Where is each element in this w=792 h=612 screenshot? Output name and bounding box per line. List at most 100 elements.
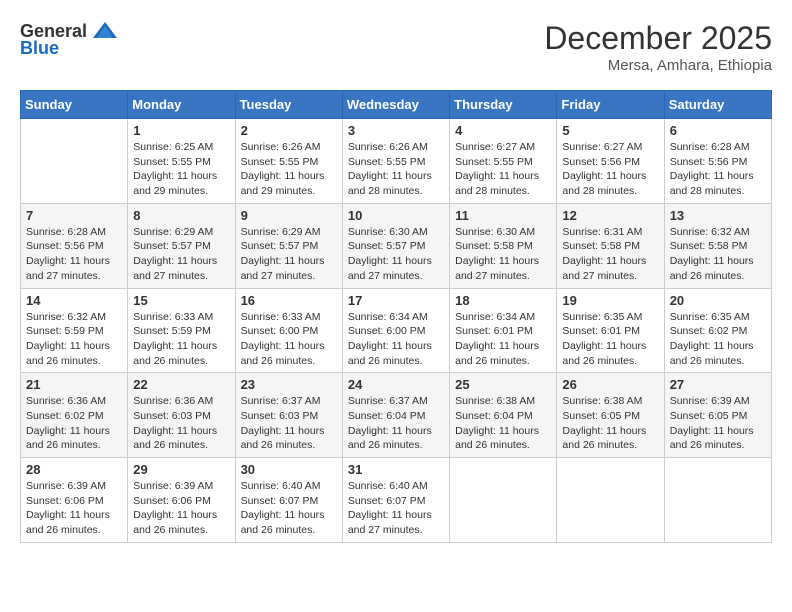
calendar-cell: 24 Sunrise: 6:37 AMSunset: 6:04 PMDayligh… [342, 373, 449, 458]
day-number: 13 [670, 208, 766, 223]
title-block: December 2025 Mersa, Amhara, Ethiopia [544, 20, 772, 74]
day-info: Sunrise: 6:29 AMSunset: 5:57 PMDaylight:… [241, 225, 337, 284]
day-info: Sunrise: 6:32 AMSunset: 5:59 PMDaylight:… [26, 310, 122, 369]
calendar-table: SundayMondayTuesdayWednesdayThursdayFrid… [20, 90, 772, 543]
day-info: Sunrise: 6:25 AMSunset: 5:55 PMDaylight:… [133, 140, 229, 199]
weekday-header-sunday: Sunday [21, 91, 128, 119]
day-number: 12 [562, 208, 658, 223]
weekday-header-tuesday: Tuesday [235, 91, 342, 119]
calendar-cell: 19 Sunrise: 6:35 AMSunset: 6:01 PMDayligh… [557, 288, 664, 373]
calendar-cell: 26 Sunrise: 6:38 AMSunset: 6:05 PMDayligh… [557, 373, 664, 458]
day-info: Sunrise: 6:39 AMSunset: 6:06 PMDaylight:… [133, 479, 229, 538]
day-info: Sunrise: 6:35 AMSunset: 6:02 PMDaylight:… [670, 310, 766, 369]
day-number: 14 [26, 293, 122, 308]
day-number: 6 [670, 123, 766, 138]
day-info: Sunrise: 6:39 AMSunset: 6:06 PMDaylight:… [26, 479, 122, 538]
day-number: 27 [670, 377, 766, 392]
calendar-cell: 20 Sunrise: 6:35 AMSunset: 6:02 PMDayligh… [664, 288, 771, 373]
weekday-header-row: SundayMondayTuesdayWednesdayThursdayFrid… [21, 91, 772, 119]
weekday-header-saturday: Saturday [664, 91, 771, 119]
calendar-cell [21, 119, 128, 204]
calendar-week-row: 21 Sunrise: 6:36 AMSunset: 6:02 PMDayligh… [21, 373, 772, 458]
calendar-cell [664, 458, 771, 543]
day-number: 25 [455, 377, 551, 392]
day-number: 10 [348, 208, 444, 223]
day-info: Sunrise: 6:32 AMSunset: 5:58 PMDaylight:… [670, 225, 766, 284]
calendar-cell [450, 458, 557, 543]
day-info: Sunrise: 6:27 AMSunset: 5:55 PMDaylight:… [455, 140, 551, 199]
day-number: 11 [455, 208, 551, 223]
day-info: Sunrise: 6:26 AMSunset: 5:55 PMDaylight:… [348, 140, 444, 199]
calendar-cell: 14 Sunrise: 6:32 AMSunset: 5:59 PMDayligh… [21, 288, 128, 373]
day-info: Sunrise: 6:31 AMSunset: 5:58 PMDaylight:… [562, 225, 658, 284]
day-number: 7 [26, 208, 122, 223]
day-number: 16 [241, 293, 337, 308]
calendar-cell: 31Sunrise: 6:40 AMSunset: 6:07 PMDayligh… [342, 458, 449, 543]
day-info: Sunrise: 6:37 AMSunset: 6:03 PMDaylight:… [241, 394, 337, 453]
calendar-cell: 7Sunrise: 6:28 AMSunset: 5:56 PMDaylight… [21, 203, 128, 288]
day-info: Sunrise: 6:36 AMSunset: 6:02 PMDaylight:… [26, 394, 122, 453]
day-number: 23 [241, 377, 337, 392]
day-number: 17 [348, 293, 444, 308]
day-number: 29 [133, 462, 229, 477]
calendar-week-row: 14 Sunrise: 6:32 AMSunset: 5:59 PMDayligh… [21, 288, 772, 373]
calendar-cell: 11 Sunrise: 6:30 AMSunset: 5:58 PMDayligh… [450, 203, 557, 288]
calendar-cell: 1 Sunrise: 6:25 AMSunset: 5:55 PMDaylight… [128, 119, 235, 204]
day-number: 20 [670, 293, 766, 308]
location: Mersa, Amhara, Ethiopia [544, 57, 772, 74]
calendar-cell: 29 Sunrise: 6:39 AMSunset: 6:06 PMDayligh… [128, 458, 235, 543]
day-info: Sunrise: 6:33 AMSunset: 6:00 PMDaylight:… [241, 310, 337, 369]
weekday-header-wednesday: Wednesday [342, 91, 449, 119]
day-number: 21 [26, 377, 122, 392]
calendar-cell: 17 Sunrise: 6:34 AMSunset: 6:00 PMDayligh… [342, 288, 449, 373]
day-info: Sunrise: 6:28 AMSunset: 5:56 PMDaylight:… [670, 140, 766, 199]
logo-icon [91, 20, 119, 42]
day-info: Sunrise: 6:40 AMSunset: 6:07 PMDaylight:… [241, 479, 337, 538]
day-number: 22 [133, 377, 229, 392]
day-info: Sunrise: 6:30 AMSunset: 5:58 PMDaylight:… [455, 225, 551, 284]
calendar-cell: 27 Sunrise: 6:39 AMSunset: 6:05 PMDayligh… [664, 373, 771, 458]
calendar-cell: 4 Sunrise: 6:27 AMSunset: 5:55 PMDaylight… [450, 119, 557, 204]
calendar-cell: 9 Sunrise: 6:29 AMSunset: 5:57 PMDaylight… [235, 203, 342, 288]
logo: General Blue [20, 20, 119, 59]
day-info: Sunrise: 6:30 AMSunset: 5:57 PMDaylight:… [348, 225, 444, 284]
day-info: Sunrise: 6:38 AMSunset: 6:05 PMDaylight:… [562, 394, 658, 453]
calendar-cell: 8 Sunrise: 6:29 AMSunset: 5:57 PMDaylight… [128, 203, 235, 288]
calendar-cell: 16 Sunrise: 6:33 AMSunset: 6:00 PMDayligh… [235, 288, 342, 373]
calendar-cell: 30Sunrise: 6:40 AMSunset: 6:07 PMDayligh… [235, 458, 342, 543]
calendar-cell: 23 Sunrise: 6:37 AMSunset: 6:03 PMDayligh… [235, 373, 342, 458]
day-number: 24 [348, 377, 444, 392]
calendar-cell: 15 Sunrise: 6:33 AMSunset: 5:59 PMDayligh… [128, 288, 235, 373]
day-info: Sunrise: 6:26 AMSunset: 5:55 PMDaylight:… [241, 140, 337, 199]
day-info: Sunrise: 6:27 AMSunset: 5:56 PMDaylight:… [562, 140, 658, 199]
day-info: Sunrise: 6:39 AMSunset: 6:05 PMDaylight:… [670, 394, 766, 453]
day-number: 26 [562, 377, 658, 392]
day-info: Sunrise: 6:33 AMSunset: 5:59 PMDaylight:… [133, 310, 229, 369]
day-info: Sunrise: 6:34 AMSunset: 6:00 PMDaylight:… [348, 310, 444, 369]
calendar-cell: 5Sunrise: 6:27 AMSunset: 5:56 PMDaylight… [557, 119, 664, 204]
day-info: Sunrise: 6:29 AMSunset: 5:57 PMDaylight:… [133, 225, 229, 284]
day-number: 2 [241, 123, 337, 138]
day-info: Sunrise: 6:36 AMSunset: 6:03 PMDaylight:… [133, 394, 229, 453]
day-info: Sunrise: 6:34 AMSunset: 6:01 PMDaylight:… [455, 310, 551, 369]
day-info: Sunrise: 6:35 AMSunset: 6:01 PMDaylight:… [562, 310, 658, 369]
calendar-cell: 18Sunrise: 6:34 AMSunset: 6:01 PMDayligh… [450, 288, 557, 373]
calendar-cell: 22 Sunrise: 6:36 AMSunset: 6:03 PMDayligh… [128, 373, 235, 458]
day-number: 19 [562, 293, 658, 308]
logo-blue-text: Blue [20, 38, 59, 59]
calendar-cell: 3Sunrise: 6:26 AMSunset: 5:55 PMDaylight… [342, 119, 449, 204]
day-info: Sunrise: 6:37 AMSunset: 6:04 PMDaylight:… [348, 394, 444, 453]
weekday-header-monday: Monday [128, 91, 235, 119]
calendar-cell: 2 Sunrise: 6:26 AMSunset: 5:55 PMDaylight… [235, 119, 342, 204]
calendar-cell: 21 Sunrise: 6:36 AMSunset: 6:02 PMDayligh… [21, 373, 128, 458]
weekday-header-friday: Friday [557, 91, 664, 119]
day-number: 1 [133, 123, 229, 138]
calendar-cell: 28Sunrise: 6:39 AMSunset: 6:06 PMDayligh… [21, 458, 128, 543]
day-info: Sunrise: 6:40 AMSunset: 6:07 PMDaylight:… [348, 479, 444, 538]
day-number: 9 [241, 208, 337, 223]
day-number: 15 [133, 293, 229, 308]
calendar-cell [557, 458, 664, 543]
day-number: 8 [133, 208, 229, 223]
calendar-week-row: 7Sunrise: 6:28 AMSunset: 5:56 PMDaylight… [21, 203, 772, 288]
day-number: 4 [455, 123, 551, 138]
